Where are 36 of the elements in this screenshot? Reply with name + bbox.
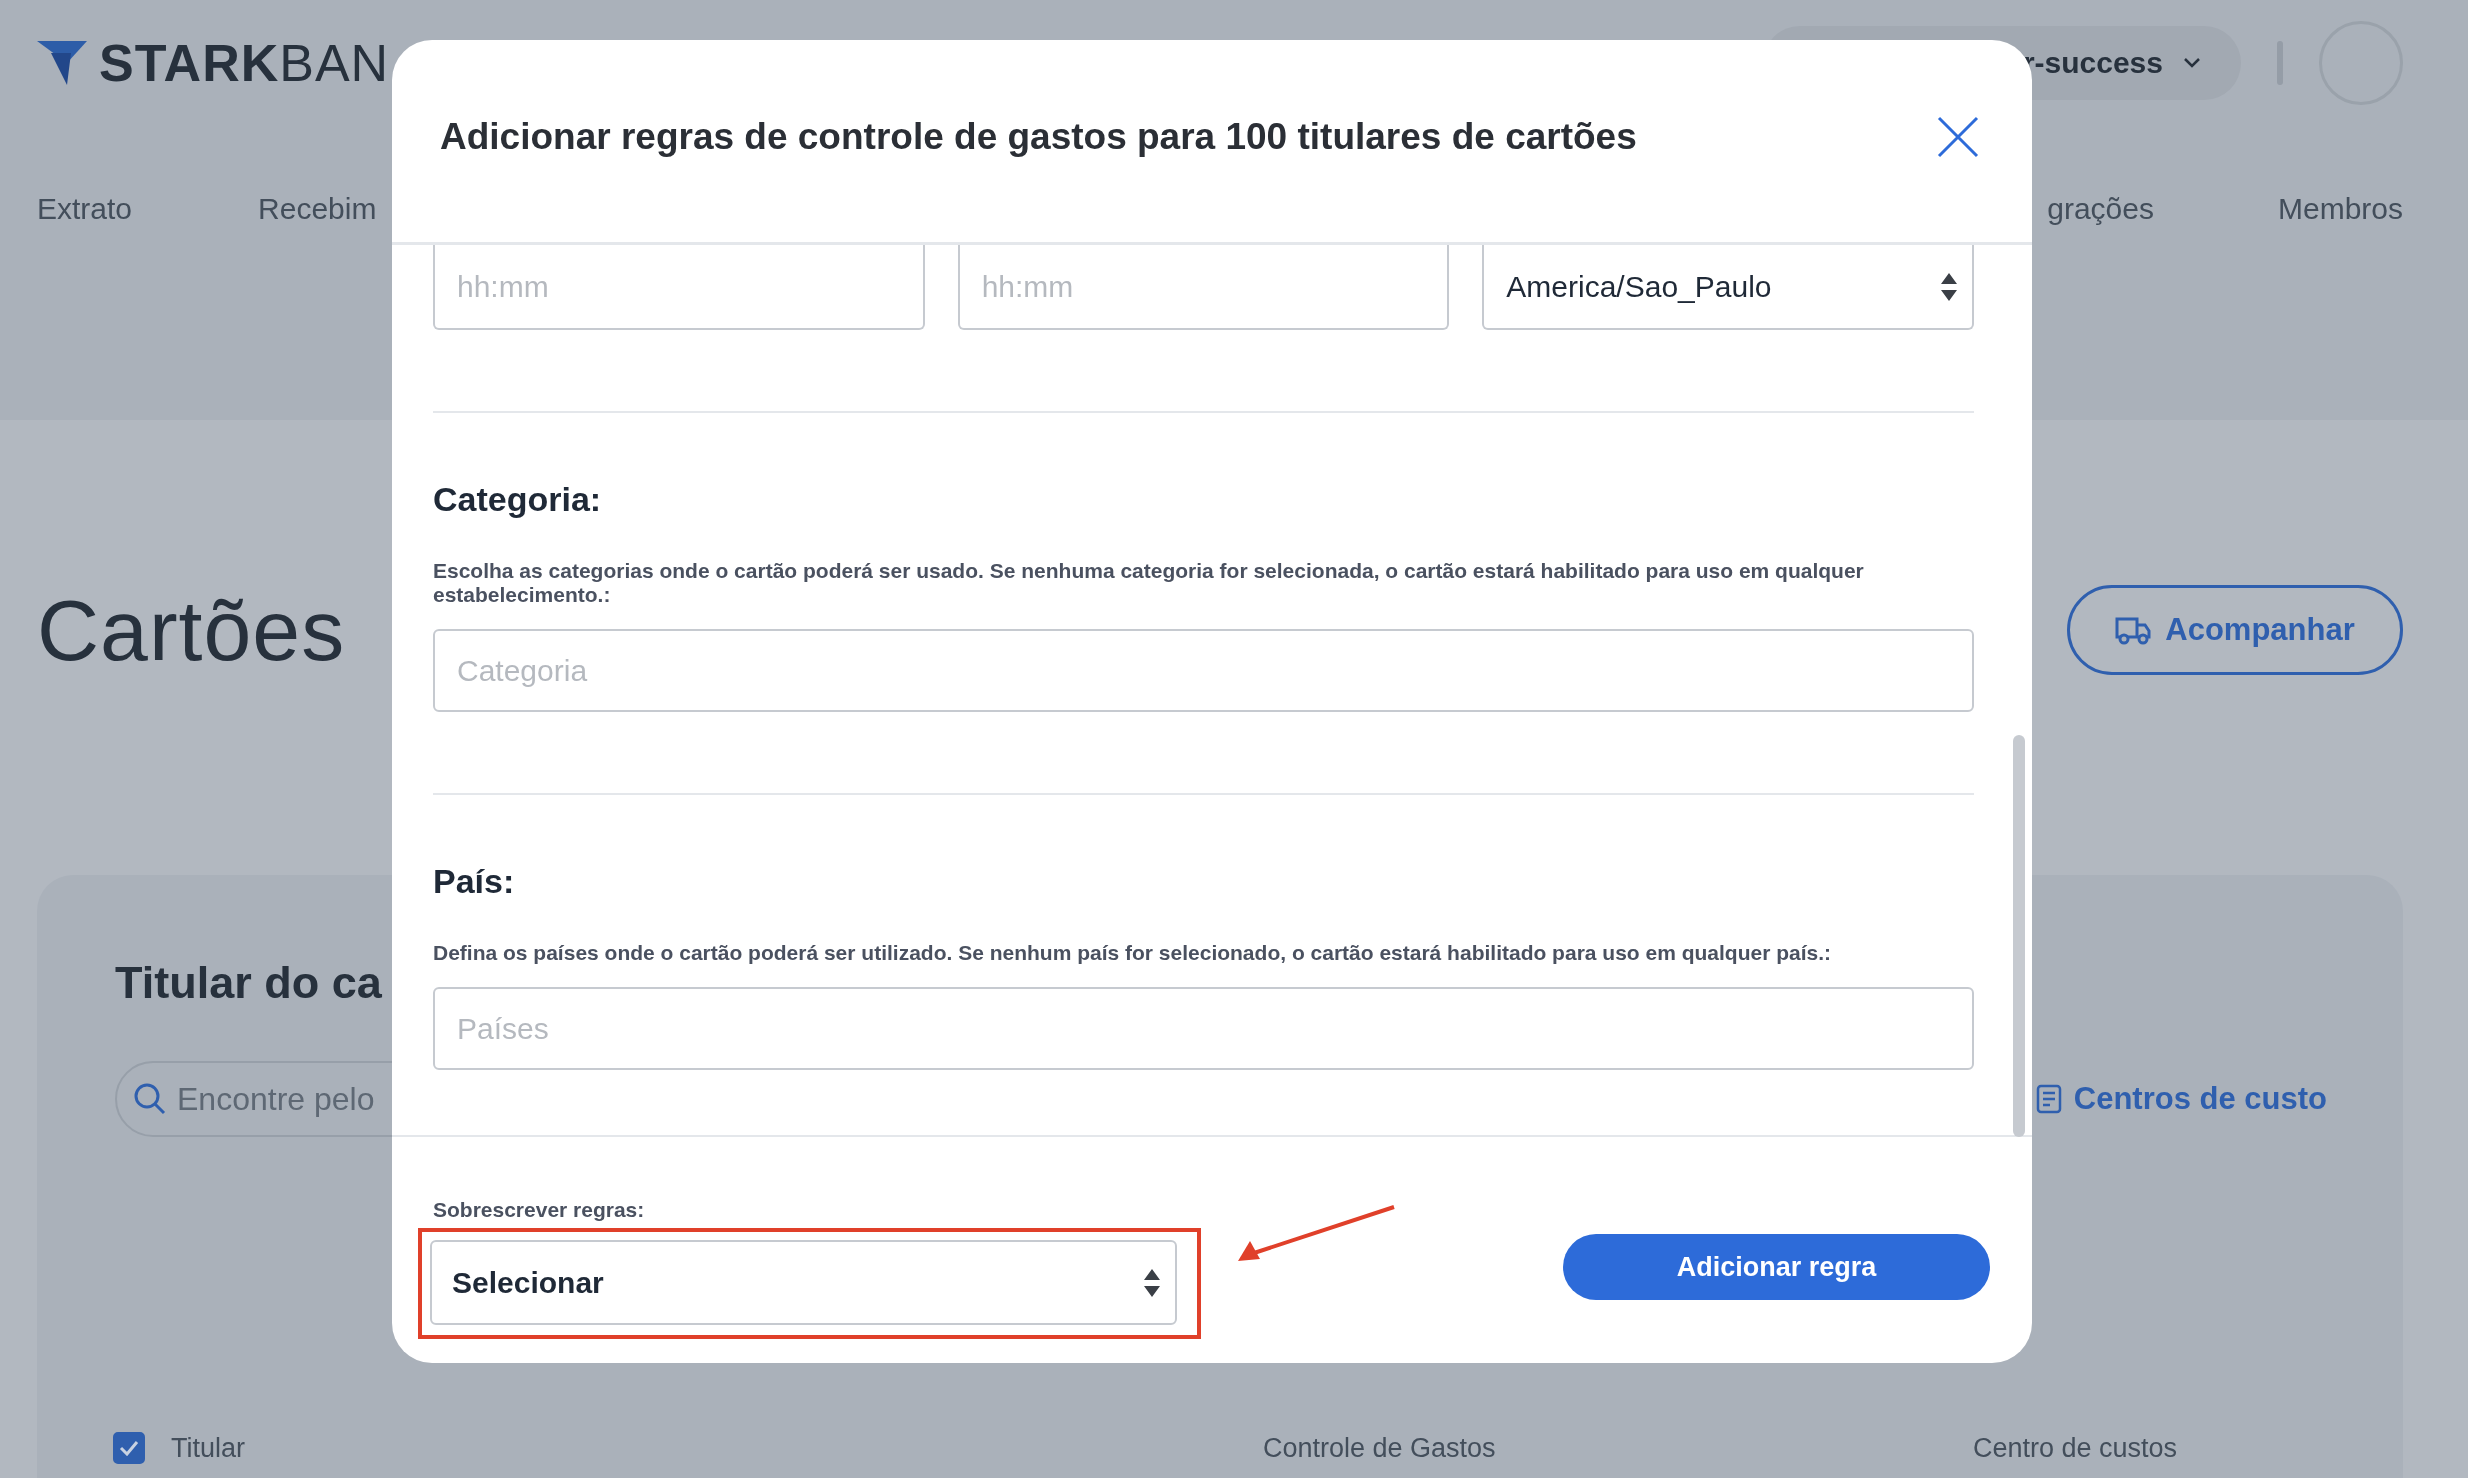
cost-centers-link[interactable]: Centros de custo <box>2035 1081 2327 1117</box>
select-all-checkbox[interactable] <box>113 1432 145 1464</box>
column-header: Controle de Gastos <box>1263 1432 1497 1464</box>
page-title: Cartões <box>37 580 346 680</box>
track-button[interactable]: Acompanhar <box>2067 585 2403 675</box>
add-rule-button[interactable]: Adicionar regra <box>1563 1234 1990 1300</box>
section-heading: Categoria: <box>433 479 603 519</box>
time-field[interactable]: hh:mm <box>957 245 1450 330</box>
nav-tab[interactable]: Extrato <box>37 192 133 226</box>
select-arrows-icon <box>1940 271 1958 302</box>
input-field[interactable]: Categoria <box>433 629 1974 712</box>
card-title: Titular do ca <box>115 957 383 1009</box>
check-icon <box>119 1440 139 1456</box>
nav-tab[interactable]: Recebim <box>258 192 377 226</box>
logo-text: STARKBAN <box>99 33 390 93</box>
section-heading: País: <box>433 861 516 901</box>
select-arrows-icon <box>1143 1267 1161 1298</box>
logo-icon <box>37 39 87 87</box>
nav-tab[interactable]: Membros <box>2277 192 2403 226</box>
chevron-icon <box>2183 57 2201 69</box>
timezone-select[interactable]: America/Sao_Paulo <box>1482 245 1974 330</box>
section-description: Escolha as categorias onde o cartão poderá ser usado. Se nenhuma categoria for selecionada, o cartão estará habilitado para uso em qualquer estabelecimento.: <box>433 559 1865 607</box>
column-header: Centro de custos <box>1973 1432 2179 1464</box>
input-field[interactable]: Países <box>433 987 1974 1070</box>
scrollbar-thumb[interactable] <box>2013 735 2025 1137</box>
close-icon[interactable] <box>1936 115 1980 159</box>
section-description: Defina os países onde o cartão poderá ser utilizado. Se nenhum país for selecionado, o cartão estará habilitado para uso em qualquer país.: <box>433 941 1833 965</box>
time-field[interactable]: hh:mm <box>433 245 925 330</box>
document-icon <box>2035 1084 2062 1114</box>
column-header: Titular <box>171 1432 245 1464</box>
field-label: Sobrescrever regras: <box>433 1198 646 1222</box>
nav-tab[interactable]: grações <box>2047 192 2154 226</box>
modal-title: Adicionar regras de controle de gastos para 100 titulares de cartões <box>440 116 1637 158</box>
search-icon <box>133 1082 167 1116</box>
override-select[interactable]: Selecionar <box>430 1240 1177 1325</box>
truck-icon <box>2115 615 2152 645</box>
